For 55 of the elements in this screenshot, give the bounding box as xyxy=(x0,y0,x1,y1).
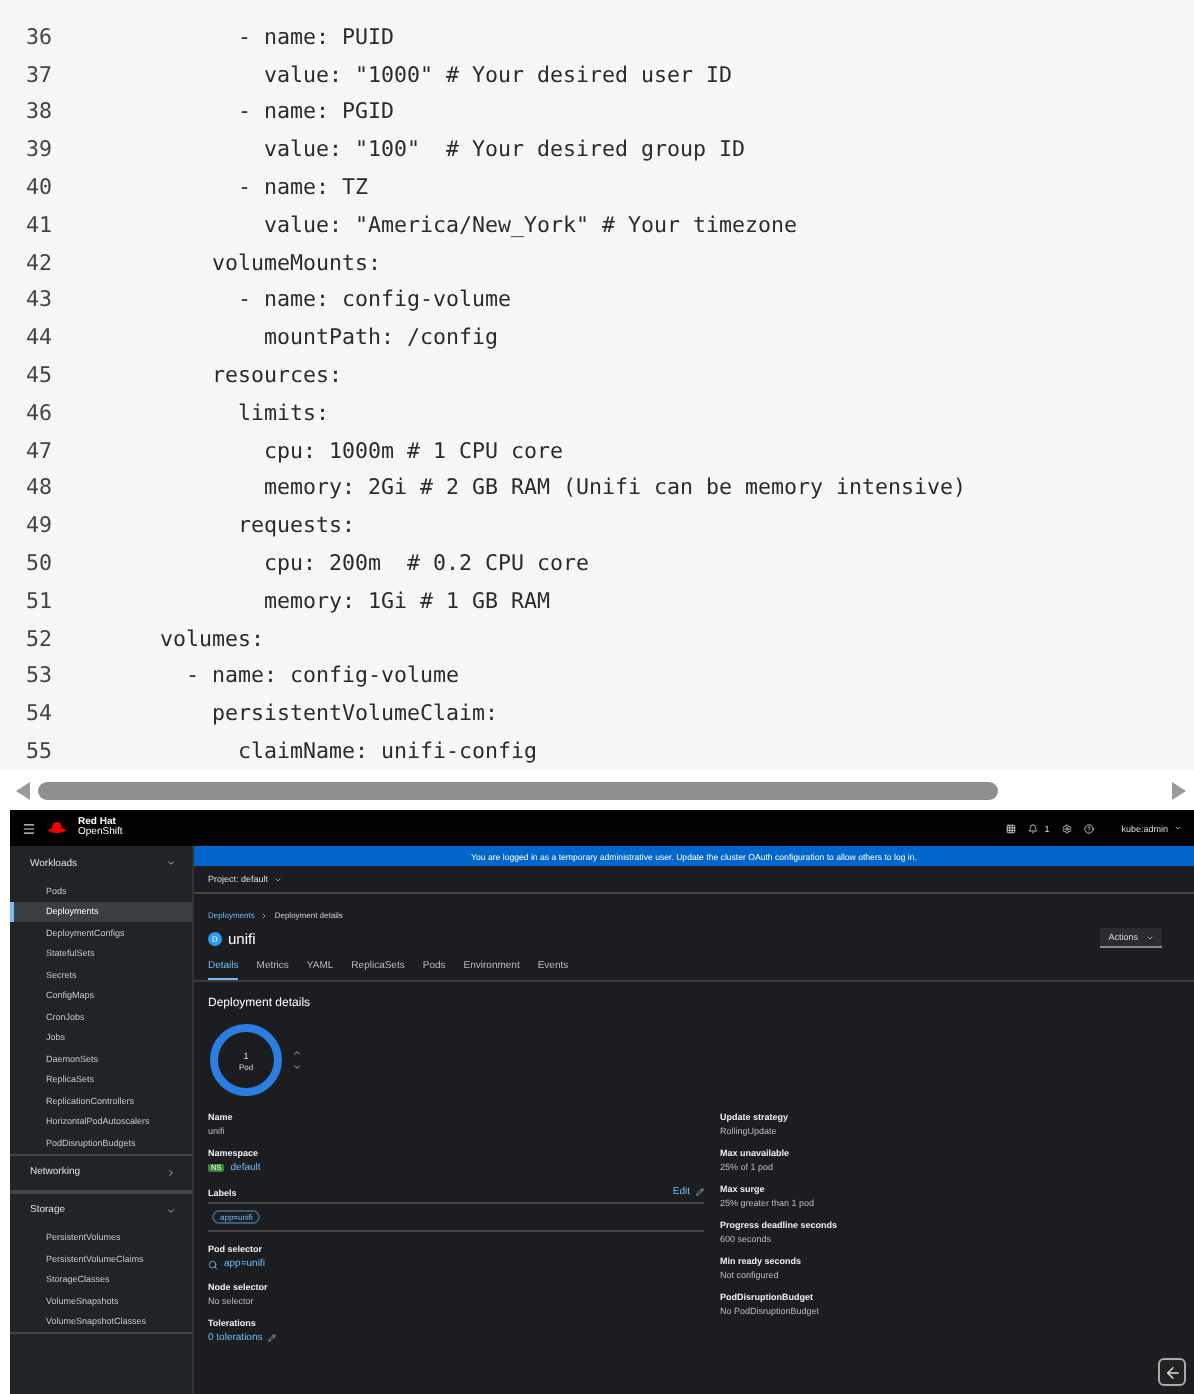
code-line: cpu: 200m # 0.2 CPU core xyxy=(262,550,590,577)
line-number: 43 xyxy=(23,286,52,313)
line-number: 46 xyxy=(23,399,52,426)
line-number: 55 xyxy=(23,738,52,765)
code-line: - name: TZ xyxy=(236,174,369,201)
back-button[interactable] xyxy=(1158,1358,1186,1386)
code-line: volumes: xyxy=(158,625,265,652)
code-line: limits: xyxy=(236,399,330,426)
line-number: 42 xyxy=(23,249,52,276)
line-number: 52 xyxy=(23,625,52,652)
code-line: - name: config-volume xyxy=(236,286,512,313)
code-line: memory: 2Gi # 2 GB RAM (Unifi can be memory intensive) xyxy=(262,474,967,501)
line-number: 36 xyxy=(23,23,52,50)
line-number: 44 xyxy=(23,324,52,351)
pencil-icon[interactable] xyxy=(268,1334,277,1342)
code-line: - name: config-volume xyxy=(184,662,460,689)
scale-down-icon[interactable] xyxy=(292,1062,302,1072)
menu-icon[interactable] xyxy=(22,821,36,835)
line-number: 49 xyxy=(23,512,52,539)
code-line: persistentVolumeClaim: xyxy=(210,700,499,727)
help-icon[interactable] xyxy=(1083,823,1094,833)
scale-up-icon[interactable] xyxy=(292,1048,302,1058)
code-line: cpu: 1000m # 1 CPU core xyxy=(262,437,564,464)
code-line: memory: 1Gi # 1 GB RAM xyxy=(262,587,551,614)
line-number: 39 xyxy=(23,136,52,163)
hat-logo-icon xyxy=(48,822,66,834)
code-line: value: "1000" # Your desired user ID xyxy=(262,61,733,88)
line-number: 47 xyxy=(23,437,52,464)
code-line: mountPath: /config xyxy=(262,324,499,351)
bell-icon[interactable] xyxy=(1028,823,1039,833)
line-number: 37 xyxy=(23,61,52,88)
line-number: 51 xyxy=(23,587,52,614)
line-number: 54 xyxy=(23,700,52,727)
scroll-left-icon[interactable] xyxy=(16,781,30,799)
pencil-icon xyxy=(696,1188,704,1196)
line-number: 40 xyxy=(23,174,52,201)
code-line: resources: xyxy=(210,362,343,389)
code-line: - name: PGID xyxy=(236,98,395,125)
code-line: value: "100" # Your desired group ID xyxy=(262,136,746,163)
line-number: 50 xyxy=(23,550,52,577)
code-line: - name: PUID xyxy=(236,23,395,50)
grid-icon[interactable] xyxy=(1006,823,1017,833)
code-line: volumeMounts: xyxy=(210,249,382,276)
search-icon xyxy=(208,1259,218,1269)
code-line: value: "America/New_York" # Your timezone xyxy=(262,211,798,238)
arrow-left-icon xyxy=(1163,1363,1181,1381)
settings-icon[interactable] xyxy=(1061,823,1072,833)
scroll-right-icon[interactable] xyxy=(1172,781,1186,799)
code-line: requests: xyxy=(236,512,356,539)
line-number: 53 xyxy=(23,662,52,689)
line-number: 41 xyxy=(23,211,52,238)
line-number: 38 xyxy=(23,98,52,125)
line-number: 45 xyxy=(23,362,52,389)
line-number: 48 xyxy=(23,474,52,501)
code-line: claimName: unifi-config xyxy=(236,738,538,765)
